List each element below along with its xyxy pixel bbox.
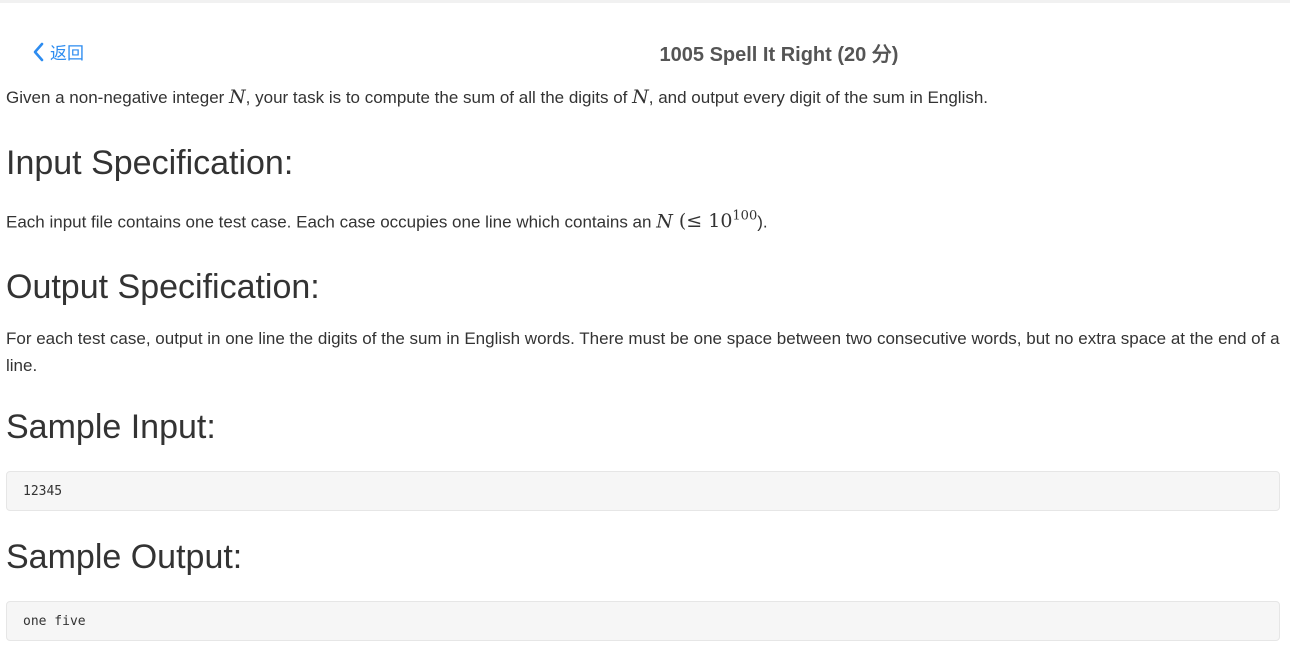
problem-description: Given a non-negative integer N, your tas… (6, 84, 1282, 111)
output-spec-heading: Output Specification: (6, 268, 320, 307)
sample-output-heading: Sample Output: (6, 538, 243, 577)
description-text: , and output every digit of the sum in E… (648, 88, 989, 107)
sample-input-heading: Sample Input: (6, 408, 216, 447)
math-bound: (≤ 10100 (672, 209, 758, 233)
math-exponent: 100 (732, 209, 758, 224)
math-close: ). (757, 212, 768, 232)
math-variable: N (229, 86, 246, 108)
input-spec-text: Each input file contains one test case. … (6, 203, 1282, 235)
math-variable: N (632, 86, 649, 108)
description-text: , your task is to compute the sum of all… (245, 88, 633, 107)
input-spec-heading: Input Specification: (6, 144, 294, 182)
math-bound-base: (≤ 10 (672, 210, 733, 233)
output-spec-text: For each test case, output in one line t… (6, 329, 1280, 376)
sample-output-code: one five (6, 601, 1280, 642)
problem-content: Given a non-negative integer N, your tas… (6, 84, 1282, 642)
sample-input-code: 12345 (6, 471, 1280, 512)
input-spec-sentence: Each input file contains one test case. … (6, 212, 657, 232)
problem-title: 1005 Spell It Right (20 分) (659, 44, 899, 66)
description-text: Given a non-negative integer (6, 88, 230, 107)
math-variable: N (656, 210, 673, 233)
top-divider (0, 0, 1290, 3)
page-header: 返回 1005 Spell It Right (20 分) (0, 28, 1290, 72)
